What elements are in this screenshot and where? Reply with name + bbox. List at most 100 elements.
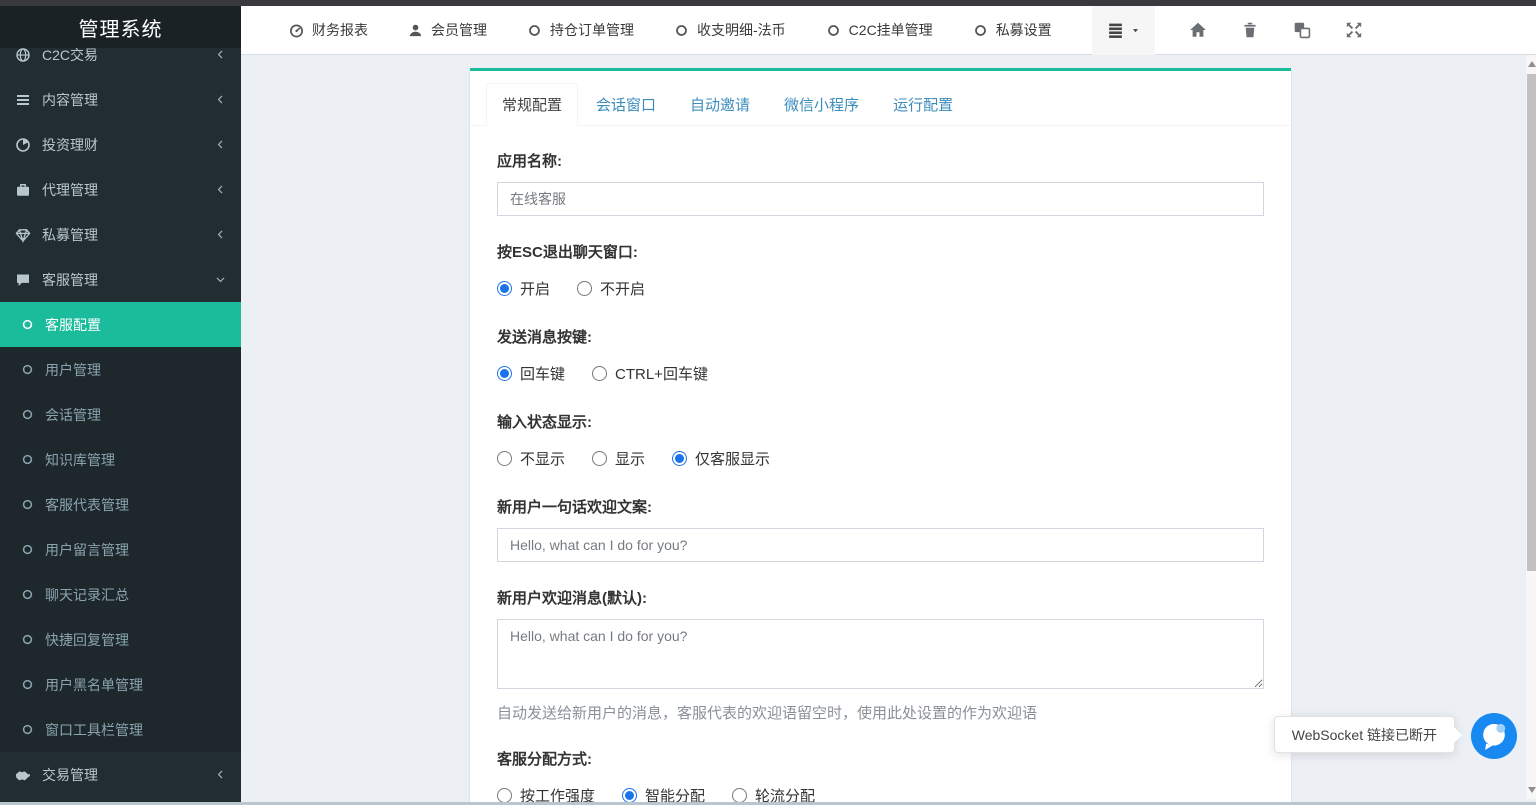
sidebar-item-customer-service-mgmt[interactable]: 客服管理	[0, 257, 241, 302]
nav-item-label: 会员管理	[431, 20, 487, 40]
sidebar-subitem-session-mgmt[interactable]: 会话管理	[0, 392, 241, 437]
circle-bullet-icon	[21, 318, 34, 331]
nav-item-member-mgmt[interactable]: 会员管理	[408, 20, 487, 40]
nav-item-finance-report[interactable]: 财务报表	[289, 20, 368, 40]
sidebar-subitem-cs-config[interactable]: 客服配置	[0, 302, 241, 347]
sidebar-item-label: 私募管理	[42, 225, 98, 245]
radio-input[interactable]	[497, 451, 512, 466]
field-esc-exit: 按ESC退出聊天窗口: 开启 不开启	[497, 241, 1264, 301]
trash-button[interactable]	[1241, 21, 1259, 39]
nav-item-income-expense-fiat[interactable]: 收支明细-法币	[674, 20, 786, 40]
sidebar-item-label: 代理管理	[42, 180, 98, 200]
radio-option[interactable]: 不显示	[497, 448, 565, 469]
field-label: 客服分配方式:	[497, 748, 1264, 769]
sidebar-item-trade-mgmt[interactable]: 交易管理	[0, 752, 241, 797]
field-label: 发送消息按键:	[497, 326, 1264, 347]
radio-input[interactable]	[497, 366, 512, 381]
nav-item-private-placement-settings[interactable]: 私募设置	[973, 20, 1052, 40]
field-label: 新用户一句话欢迎文案:	[497, 496, 1264, 517]
tab[interactable]: 常规配置	[486, 83, 578, 126]
scrollbar-up-arrow[interactable]	[1528, 61, 1536, 67]
app-title[interactable]: 管理系统	[0, 6, 241, 48]
nav-item-position-order-mgmt[interactable]: 持仓订单管理	[527, 20, 634, 40]
field-label: 新用户欢迎消息(默认):	[497, 587, 1264, 608]
chat-bubble-icon	[1477, 719, 1511, 753]
tab-bar: 常规配置 会话窗口 自动邀请 微信小程序 运行配置	[470, 71, 1291, 126]
radio-label: 回车键	[520, 363, 565, 384]
radio-option[interactable]: 按工作强度	[497, 785, 595, 802]
chevron-icon	[215, 229, 226, 240]
sidebar-subitem-user-message-mgmt[interactable]: 用户留言管理	[0, 527, 241, 572]
radio-option[interactable]: CTRL+回车键	[592, 363, 708, 384]
radio-label: 智能分配	[645, 785, 705, 802]
sidebar-subitem-label: 客服配置	[45, 315, 101, 335]
radio-option[interactable]: 显示	[592, 448, 645, 469]
config-form: 应用名称: 按ESC退出聊天窗口: 开启	[470, 126, 1291, 802]
nav-item-c2c-listing-mgmt[interactable]: C2C挂单管理	[826, 20, 933, 40]
clear-cache-button[interactable]	[1293, 21, 1311, 39]
radio-label: 不开启	[600, 278, 645, 299]
sidebar-item-icon	[15, 182, 31, 198]
sidebar-item-label: 交易管理	[42, 765, 98, 785]
sidebar-subitem-user-blacklist-mgmt[interactable]: 用户黑名单管理	[0, 662, 241, 707]
radio-option[interactable]: 开启	[497, 278, 550, 299]
field-typing-status: 输入状态显示: 不显示 显示	[497, 411, 1264, 471]
radio-group-typing-status: 不显示 显示 仅客服显示	[497, 443, 1264, 471]
radio-input[interactable]	[622, 788, 637, 802]
tab[interactable]: 运行配置	[877, 83, 969, 126]
circle-bullet-icon	[21, 498, 34, 511]
menu-dropdown-button[interactable]	[1092, 6, 1155, 55]
fullscreen-button[interactable]	[1345, 21, 1363, 39]
field-label: 应用名称:	[497, 150, 1264, 171]
radio-input[interactable]	[592, 451, 607, 466]
radio-input[interactable]	[732, 788, 747, 802]
sidebar-item-content-mgmt[interactable]: 内容管理	[0, 77, 241, 122]
home-button[interactable]	[1189, 21, 1207, 39]
sidebar-subitem-label: 窗口工具栏管理	[45, 720, 143, 740]
scrollbar-thumb[interactable]	[1527, 74, 1536, 571]
radio-input[interactable]	[577, 281, 592, 296]
radio-option[interactable]: 智能分配	[622, 785, 705, 802]
sidebar-subitem-label: 用户黑名单管理	[45, 675, 143, 695]
vertical-scrollbar[interactable]	[1525, 55, 1536, 799]
sidebar-item-private-placement-mgmt[interactable]: 私募管理	[0, 212, 241, 257]
sidebar-item-agent-mgmt[interactable]: 代理管理	[0, 167, 241, 212]
tab[interactable]: 会话窗口	[580, 83, 672, 126]
top-navbar: 财务报表 会员管理 持仓订单管理 收支明细-法币	[241, 6, 1536, 55]
sidebar-subitem-user-mgmt[interactable]: 用户管理	[0, 347, 241, 392]
tab[interactable]: 自动邀请	[674, 83, 766, 126]
sidebar-item-investment[interactable]: 投资理财	[0, 122, 241, 167]
radio-input[interactable]	[497, 788, 512, 802]
radio-input[interactable]	[497, 281, 512, 296]
radio-option[interactable]: 轮流分配	[732, 785, 815, 802]
welcome-line-input[interactable]	[497, 528, 1264, 562]
sidebar-subitem-window-toolbar-mgmt[interactable]: 窗口工具栏管理	[0, 707, 241, 752]
content-area: 常规配置 会话窗口 自动邀请 微信小程序 运行配置 应用名称:	[241, 55, 1536, 802]
sidebar-subitem-quick-reply-mgmt[interactable]: 快捷回复管理	[0, 617, 241, 662]
nav-item-icon	[973, 23, 988, 38]
circle-bullet-icon	[21, 363, 34, 376]
app-name-input[interactable]	[497, 182, 1264, 216]
sidebar-subitem-label: 快捷回复管理	[45, 630, 129, 650]
nav-item-icon	[826, 23, 841, 38]
sidebar-subitem-chat-log-summary[interactable]: 聊天记录汇总	[0, 572, 241, 617]
welcome-msg-textarea[interactable]: Hello, what can I do for you?	[497, 619, 1264, 689]
sidebar-subitem-cs-agent-mgmt[interactable]: 客服代表管理	[0, 482, 241, 527]
field-label: 按ESC退出聊天窗口:	[497, 241, 1264, 262]
chevron-icon	[215, 94, 226, 105]
chat-fab-button[interactable]	[1471, 713, 1517, 759]
scrollbar-down-arrow[interactable]	[1528, 787, 1536, 793]
radio-option[interactable]: 不开启	[577, 278, 645, 299]
tab[interactable]: 微信小程序	[768, 83, 875, 126]
chevron-icon	[215, 139, 226, 150]
nav-item-icon	[408, 23, 423, 38]
navbar-right-tools	[1092, 6, 1536, 55]
config-card: 常规配置 会话窗口 自动邀请 微信小程序 运行配置 应用名称:	[470, 68, 1291, 802]
circle-bullet-icon	[21, 678, 34, 691]
radio-input[interactable]	[592, 366, 607, 381]
radio-option[interactable]: 回车键	[497, 363, 565, 384]
radio-input[interactable]	[672, 451, 687, 466]
nav-item-label: C2C挂单管理	[849, 20, 933, 40]
radio-option[interactable]: 仅客服显示	[672, 448, 770, 469]
sidebar-subitem-knowledge-base-mgmt[interactable]: 知识库管理	[0, 437, 241, 482]
